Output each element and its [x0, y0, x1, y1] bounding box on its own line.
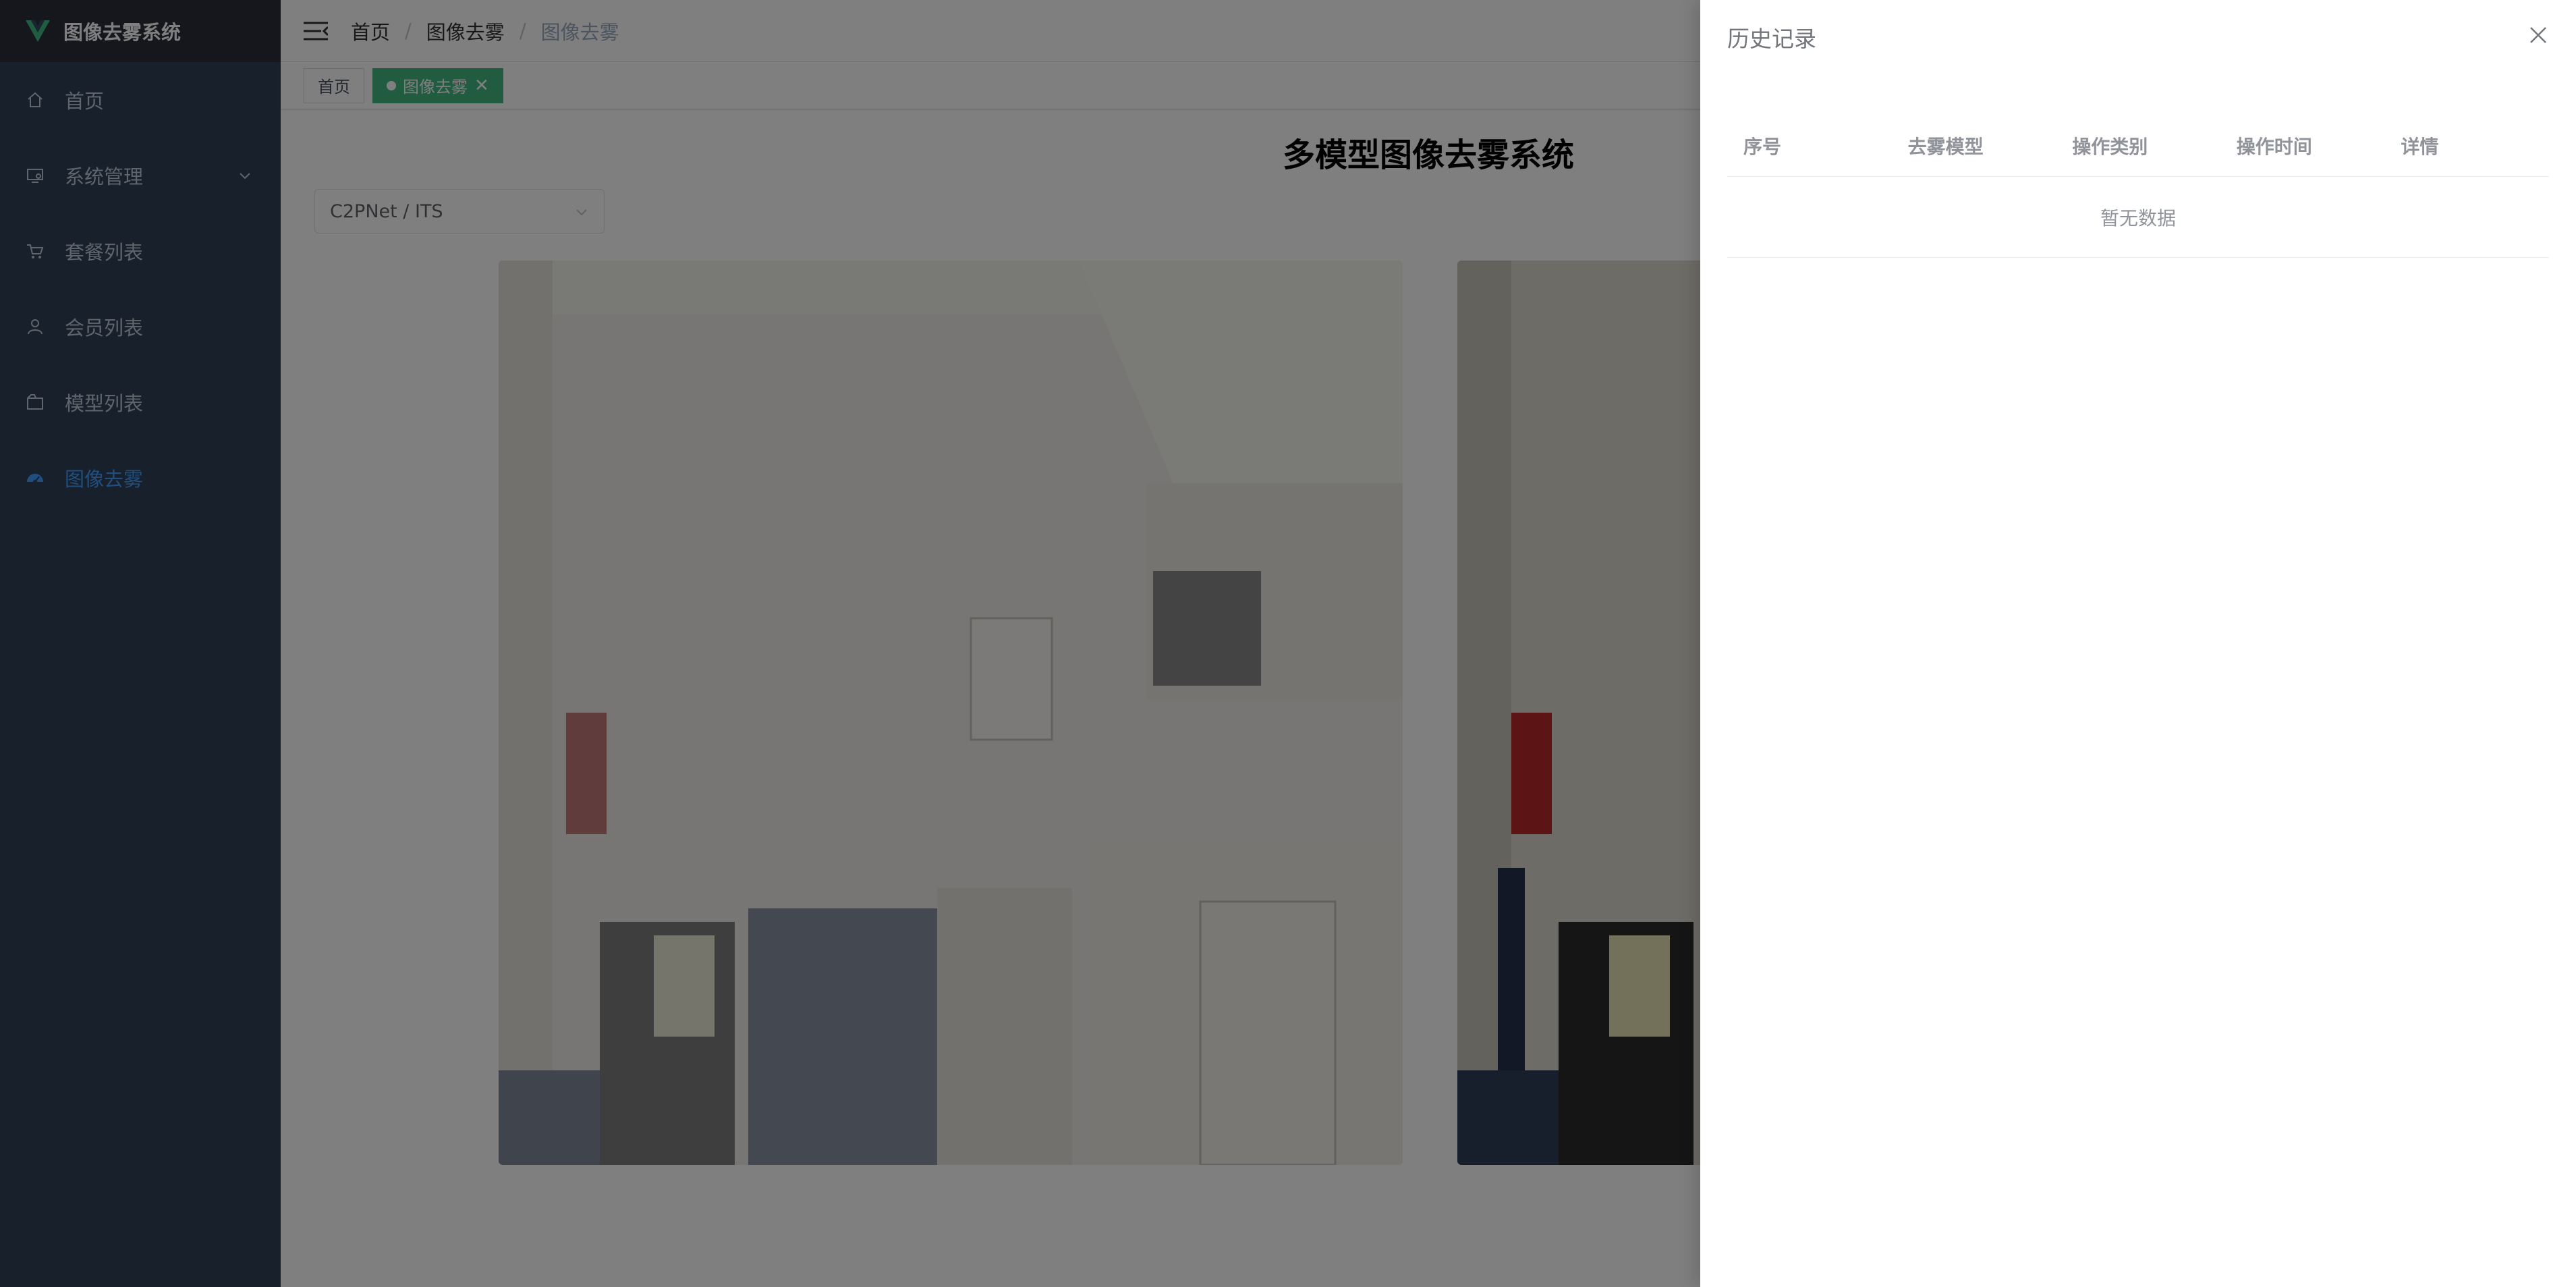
column-header-model: 去雾模型 [1907, 135, 1984, 158]
column-header-details: 详情 [2401, 135, 2439, 158]
history-table: 序号 去雾模型 操作类别 操作时间 详情 暂无数据 [1727, 115, 2549, 258]
column-header-index: 序号 [1743, 135, 1782, 158]
table-header: 序号 去雾模型 操作类别 操作时间 详情 [1727, 115, 2549, 177]
column-header-operation: 操作类别 [2072, 135, 2148, 158]
drawer-header: 历史记录 [1700, 0, 2576, 74]
empty-state: 暂无数据 [1727, 177, 2549, 258]
close-icon[interactable] [2527, 24, 2549, 46]
column-header-time: 操作时间 [2236, 135, 2312, 158]
history-drawer: 历史记录 序号 去雾模型 操作类别 操作时间 详情 暂无数据 [1700, 0, 2576, 1287]
drawer-title: 历史记录 [1727, 26, 1816, 52]
